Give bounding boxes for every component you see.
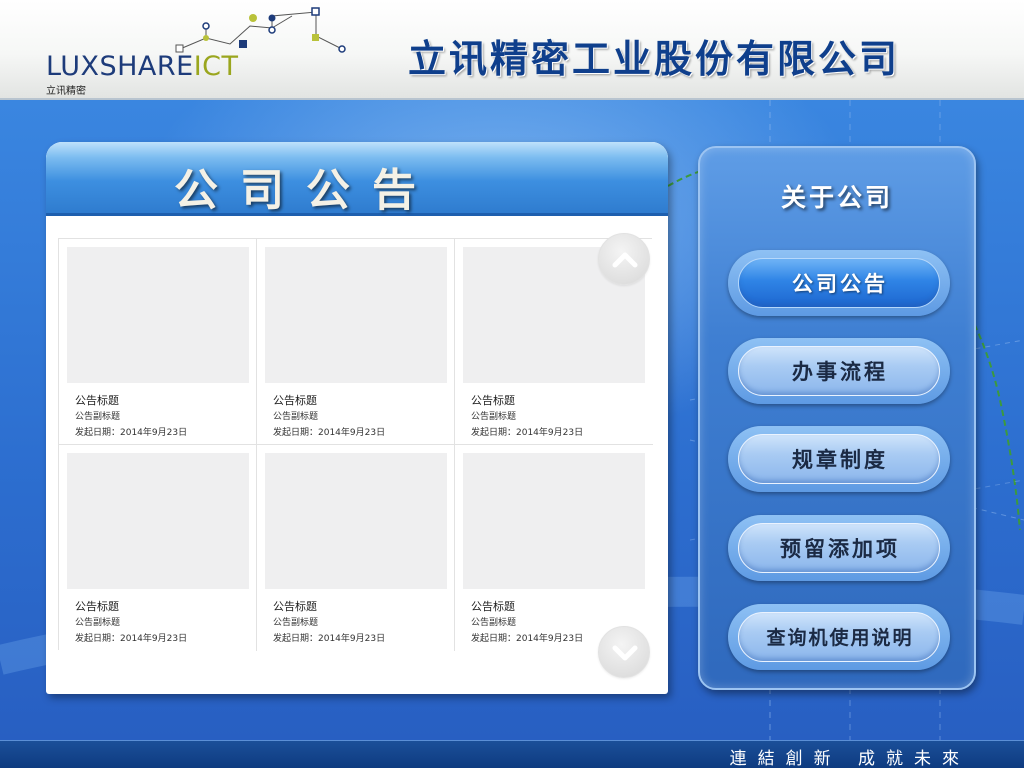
notice-thumbnail	[265, 453, 447, 589]
notice-thumbnail	[67, 247, 249, 383]
about-company-sidebar: 关于公司 公司公告 办事流程 规章制度 预留添加项 查询机使用说明	[698, 146, 976, 690]
notice-card[interactable]: 公告标题 公告副标题 发起日期：2014年9月23日	[455, 445, 653, 651]
nav-reserved-item-button[interactable]: 预留添加项	[728, 515, 950, 581]
logo-subtitle: 立讯精密	[46, 86, 86, 97]
nav-kiosk-guide-button[interactable]: 查询机使用说明	[728, 604, 950, 670]
notice-title: 公告标题	[273, 600, 317, 613]
notice-date: 发起日期：2014年9月23日	[273, 634, 386, 644]
scroll-up-button[interactable]	[598, 233, 650, 285]
notice-subtitle: 公告副标题	[471, 412, 517, 422]
notice-card[interactable]: 公告标题 公告副标题 发起日期：2014年9月23日	[59, 445, 257, 651]
notice-card[interactable]: 公告标题 公告副标题 发起日期：2014年9月23日	[257, 239, 455, 445]
notice-date: 发起日期：2014年9月23日	[471, 428, 584, 438]
notice-subtitle: 公告副标题	[471, 618, 517, 628]
notice-date: 发起日期：2014年9月23日	[75, 634, 188, 644]
nav-button-label: 办事流程	[792, 360, 888, 384]
notice-subtitle: 公告副标题	[273, 412, 319, 422]
notice-card[interactable]: 公告标题 公告副标题 发起日期：2014年9月23日	[257, 445, 455, 651]
notice-thumbnail	[67, 453, 249, 589]
nav-button-label: 查询机使用说明	[766, 627, 914, 649]
scroll-down-button[interactable]	[598, 626, 650, 678]
notice-subtitle: 公告副标题	[75, 618, 121, 628]
header: LUXSHAREICT 立讯精密 立讯精密工业股份有限公司	[0, 0, 1024, 100]
notice-title: 公告标题	[471, 600, 515, 613]
nav-button-label: 规章制度	[792, 448, 888, 472]
sidebar-title: 关于公司	[780, 183, 893, 212]
notice-panel-header: 公司公告	[46, 142, 668, 216]
notice-title: 公告标题	[75, 600, 119, 613]
notice-title: 公告标题	[273, 394, 317, 407]
notice-subtitle: 公告副标题	[273, 618, 319, 628]
notice-panel: 公司公告 公告标题 公告副标题 发起日期：2014年9月23日 公告标题 公告副…	[46, 142, 668, 694]
notice-subtitle: 公告副标题	[75, 412, 121, 422]
notice-date: 发起日期：2014年9月23日	[273, 428, 386, 438]
nav-button-label: 预留添加项	[780, 537, 900, 561]
nav-company-notice-button[interactable]: 公司公告	[728, 250, 950, 316]
chevron-up-icon	[612, 252, 638, 268]
nav-button-label: 公司公告	[792, 272, 888, 296]
luxshare-logo: LUXSHAREICT 立讯精密	[40, 6, 360, 97]
notice-date: 发起日期：2014年9月23日	[75, 428, 188, 438]
notice-panel-title: 公司公告	[174, 165, 438, 216]
notice-card[interactable]: 公告标题 公告副标题 发起日期：2014年9月23日	[59, 239, 257, 445]
company-name: 立讯精密工业股份有限公司	[408, 37, 901, 81]
notice-grid: 公告标题 公告副标题 发起日期：2014年9月23日 公告标题 公告副标题 发起…	[58, 238, 653, 651]
notice-thumbnail	[463, 453, 645, 589]
notice-thumbnail	[265, 247, 447, 383]
notice-title: 公告标题	[471, 394, 515, 407]
notice-title: 公告标题	[75, 394, 119, 407]
logo-network-icon	[175, 7, 346, 53]
footer: 連結創新 成就未來	[0, 740, 1024, 768]
chevron-down-icon	[612, 645, 638, 661]
nav-regulations-button[interactable]: 规章制度	[728, 426, 950, 492]
logo-wordmark: LUXSHAREICT	[46, 51, 239, 82]
notice-date: 发起日期：2014年9月23日	[471, 634, 584, 644]
nav-procedures-button[interactable]: 办事流程	[728, 338, 950, 404]
footer-slogan: 連結創新 成就未來	[729, 749, 970, 768]
